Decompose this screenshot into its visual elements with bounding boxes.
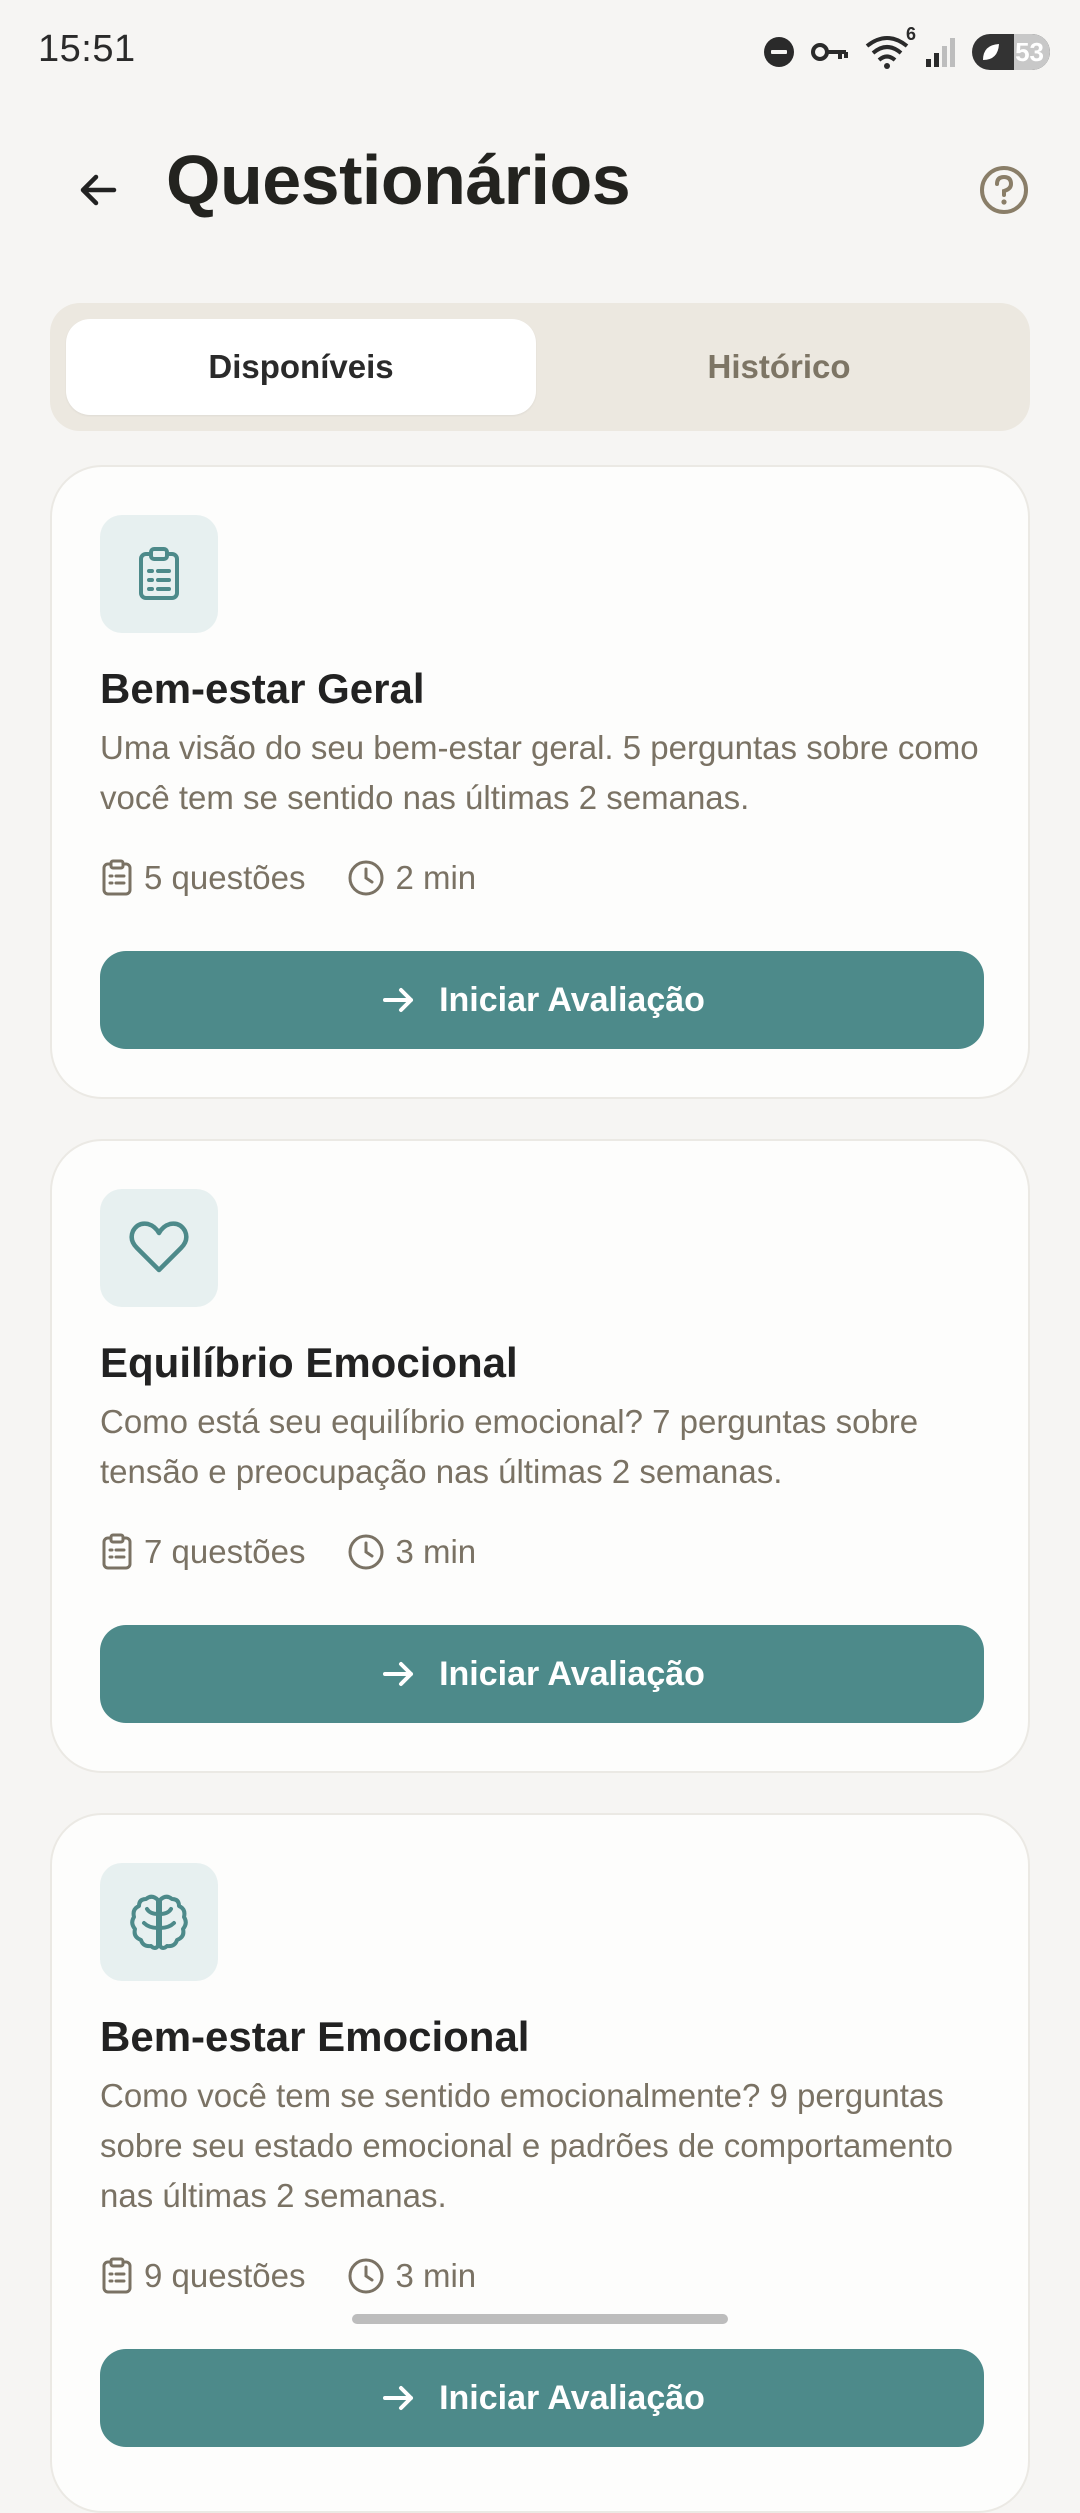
clipboard-icon [102, 2257, 132, 2294]
card-meta: 5 questões 2 min [100, 859, 518, 897]
questions-text: 5 questões [144, 859, 306, 896]
tab-disponiveis[interactable]: Disponíveis [66, 319, 536, 415]
card-title: Bem-estar Geral [100, 665, 425, 712]
brain-icon [130, 1894, 188, 1950]
card-meta: 7 questões 3 min [100, 1533, 518, 1571]
wifi-label: 6 [905, 24, 916, 44]
duration: 2 min [347, 859, 476, 897]
wifi-icon: 6 [864, 24, 916, 70]
battery-saver-icon [983, 44, 999, 60]
card-description: Como está seu equilíbrio emocional? 7 pe… [100, 1403, 919, 1490]
duration: 3 min [347, 2257, 476, 2295]
questions-count: 7 questões [100, 1533, 305, 1571]
help-button[interactable] [964, 150, 1044, 230]
cell-signal-icon [926, 38, 955, 67]
clipboard-icon [102, 859, 132, 896]
start-button-label: Iniciar Avaliação [439, 1654, 705, 1693]
status-icons: 6 53 [762, 24, 1050, 74]
questions-text: 7 questões [144, 1533, 306, 1570]
heart-icon [129, 1221, 189, 1273]
battery-indicator: 53 [972, 34, 1050, 70]
arrow-left-icon [80, 174, 117, 206]
start-button-label: Iniciar Avaliação [439, 2378, 705, 2417]
duration-text: 3 min [395, 1533, 477, 1570]
card-icon-container [100, 515, 218, 633]
status-time: 15:51 [38, 28, 136, 70]
questionnaire-card: Bem-estar Geral Uma visão do seu bem-est… [50, 465, 1030, 1099]
clipboard-icon [102, 1533, 132, 1570]
questionnaire-card: Equilíbrio Emocional Como está seu equil… [50, 1139, 1030, 1773]
clock-icon [348, 2258, 384, 2294]
arrow-right-icon [383, 988, 414, 1012]
page-title: Questionários [166, 141, 631, 219]
questions-text: 9 questões [144, 2257, 306, 2294]
start-assessment-button[interactable]: Iniciar Avaliação [100, 2349, 984, 2447]
questions-count: 9 questões [100, 2257, 305, 2295]
vpn-key-icon [811, 43, 848, 61]
card-description: Como você tem se sentido emocionalmente?… [100, 2077, 954, 2214]
clock-icon [348, 860, 384, 896]
clock-icon [348, 1534, 384, 1570]
card-icon-container [100, 1863, 218, 1981]
app-header: Questionários [0, 130, 1080, 240]
card-icon-container [100, 1189, 218, 1307]
card-meta: 9 questões 3 min [100, 2257, 518, 2295]
card-title: Equilíbrio Emocional [100, 1339, 518, 1386]
questionnaire-card: Bem-estar Emocional Como você tem se sen… [50, 1813, 1030, 2513]
duration-text: 2 min [395, 859, 477, 896]
duration: 3 min [347, 1533, 476, 1571]
tab-bar: Disponíveis Histórico [50, 303, 1030, 431]
duration-text: 3 min [395, 2257, 477, 2294]
card-title: Bem-estar Emocional [100, 2013, 530, 2060]
battery-level: 53 [1015, 36, 1044, 67]
start-assessment-button[interactable]: Iniciar Avaliação [100, 1625, 984, 1723]
status-bar: 15:51 6 53 [0, 0, 1080, 100]
clipboard-list-icon [139, 547, 179, 600]
card-description: Uma visão do seu bem-estar geral. 5 perg… [100, 729, 979, 816]
arrow-right-icon [383, 1662, 414, 1686]
help-circle-icon [980, 166, 1028, 214]
do-not-disturb-icon [764, 37, 794, 67]
home-indicator[interactable] [352, 2314, 728, 2324]
questions-count: 5 questões [100, 859, 305, 897]
start-button-label: Iniciar Avaliação [439, 980, 705, 1019]
start-assessment-button[interactable]: Iniciar Avaliação [100, 951, 984, 1049]
tab-historico[interactable]: Histórico [544, 319, 1014, 415]
arrow-right-icon [383, 2386, 414, 2410]
back-button[interactable] [58, 150, 138, 230]
